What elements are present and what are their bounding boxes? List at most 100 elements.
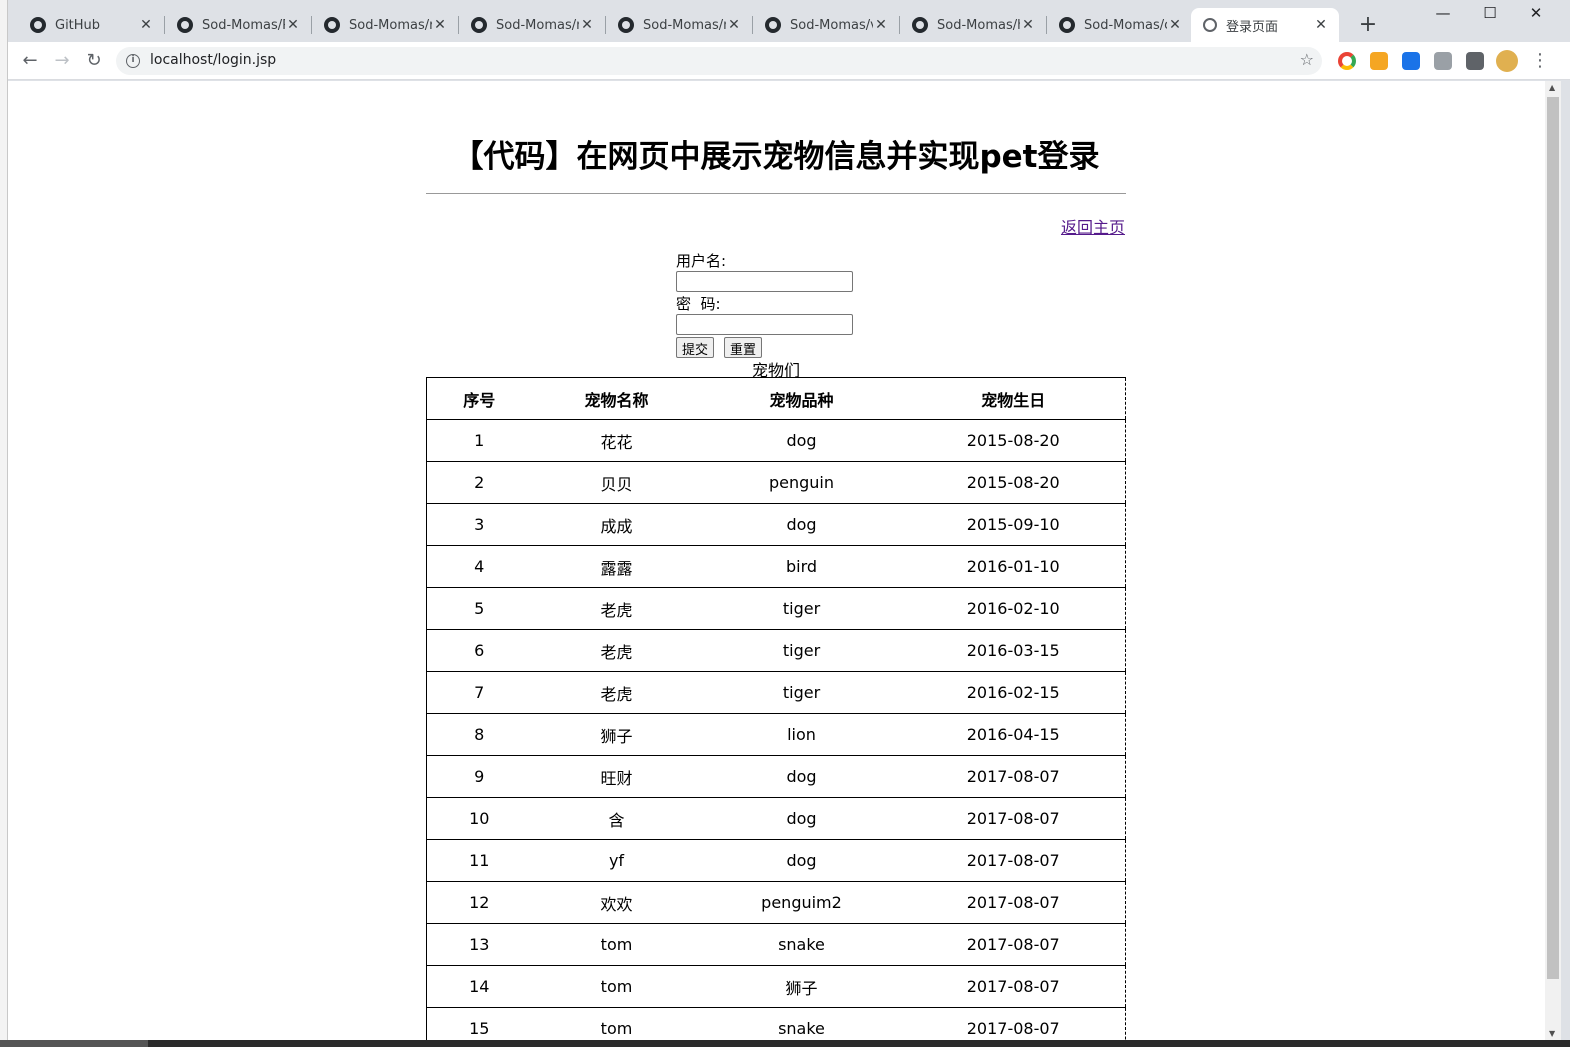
table-row: 12 欢欢 penguim2 2017-08-07 <box>426 881 1126 924</box>
return-home-link[interactable]: 返回主页 <box>1061 214 1125 238</box>
close-icon[interactable]: ✕ <box>579 17 595 33</box>
table-row: 10 含 dog 2017-08-07 <box>426 797 1126 840</box>
table-cell: 贝贝 <box>531 461 702 504</box>
table-cell: 9 <box>426 755 532 798</box>
background-window-edge <box>0 0 8 1047</box>
table-cell: 4 <box>426 545 532 588</box>
taskbar <box>0 1040 1570 1047</box>
scrollbar-thumb[interactable] <box>1547 97 1559 979</box>
minimize-button[interactable]: — <box>1420 4 1466 22</box>
password-label: 密 码: <box>676 295 721 313</box>
table-cell: 13 <box>426 923 532 966</box>
table-cell: 2015-08-20 <box>901 419 1126 462</box>
globe-icon <box>1203 18 1217 32</box>
vertical-scrollbar[interactable]: ▲ ▼ <box>1545 81 1561 1040</box>
table-cell: 含 <box>531 797 702 840</box>
tab-sod-momas-5[interactable]: Sod-Momas/v ✕ <box>753 8 900 42</box>
tab-sod-momas-1[interactable]: Sod-Momas/P ✕ <box>165 8 312 42</box>
github-icon <box>471 17 487 33</box>
tab-login-page[interactable]: 登录页面 ✕ <box>1191 8 1339 42</box>
close-window-button[interactable]: ✕ <box>1513 4 1559 22</box>
github-icon <box>1059 17 1075 33</box>
table-cell: 10 <box>426 797 532 840</box>
close-icon[interactable]: ✕ <box>1313 17 1329 33</box>
tab-title: Sod-Momas/r <box>349 17 432 33</box>
table-row: 11 yf dog 2017-08-07 <box>426 839 1126 882</box>
table-cell: 5 <box>426 587 532 630</box>
table-header-row: 序号 宠物名称 宠物品种 宠物生日 <box>426 377 1126 420</box>
close-icon[interactable]: ✕ <box>1020 17 1036 33</box>
table-cell: dog <box>701 839 902 882</box>
table-cell: 花花 <box>531 419 702 462</box>
tab-sod-momas-3[interactable]: Sod-Momas/n ✕ <box>459 8 606 42</box>
table-cell: 老虎 <box>531 671 702 714</box>
tab-sod-momas-2[interactable]: Sod-Momas/r ✕ <box>312 8 459 42</box>
table-cell: 狮子 <box>701 965 902 1008</box>
camera-icon[interactable] <box>1402 52 1420 70</box>
table-cell: 2015-08-20 <box>901 461 1126 504</box>
table-row: 4 露露 bird 2016-01-10 <box>426 545 1126 588</box>
table-cell: 11 <box>426 839 532 882</box>
username-label: 用户名: <box>676 252 727 270</box>
submit-button[interactable]: 提交 <box>676 337 715 358</box>
table-cell: 2 <box>426 461 532 504</box>
menu-kebab-icon[interactable]: ⋮ <box>1528 49 1552 73</box>
table-cell: snake <box>701 1007 902 1040</box>
table-cell: 老虎 <box>531 629 702 672</box>
table-cell: 2016-03-15 <box>901 629 1126 672</box>
close-icon[interactable]: ✕ <box>1167 17 1183 33</box>
back-button[interactable]: ← <box>18 49 42 73</box>
chrome-extension-icon[interactable] <box>1338 52 1356 70</box>
table-cell: 露露 <box>531 545 702 588</box>
github-icon <box>324 17 340 33</box>
table-cell: 2017-08-07 <box>901 923 1126 966</box>
reset-button[interactable]: 重置 <box>724 337 763 358</box>
username-field[interactable] <box>676 271 853 292</box>
table-row: 15 tom snake 2017-08-07 <box>426 1007 1126 1040</box>
puzzle-extensions-icon[interactable] <box>1466 52 1484 70</box>
tab-sod-momas-7[interactable]: Sod-Momas/c ✕ <box>1047 8 1193 42</box>
close-icon[interactable]: ✕ <box>138 17 154 33</box>
table-cell: tom <box>531 965 702 1008</box>
translate-icon[interactable] <box>1434 52 1452 70</box>
qr-code-icon[interactable] <box>1370 52 1388 70</box>
table-cell: bird <box>701 545 902 588</box>
table-row: 13 tom snake 2017-08-07 <box>426 923 1126 966</box>
password-field[interactable] <box>676 314 853 335</box>
close-icon[interactable]: ✕ <box>285 17 301 33</box>
reload-button[interactable]: ↻ <box>82 49 106 73</box>
table-cell: 7 <box>426 671 532 714</box>
avatar[interactable] <box>1496 50 1518 72</box>
scroll-up-icon[interactable]: ▲ <box>1549 83 1555 92</box>
table-row: 1 花花 dog 2015-08-20 <box>426 419 1126 462</box>
table-row: 5 老虎 tiger 2016-02-10 <box>426 587 1126 630</box>
table-cell: 15 <box>426 1007 532 1040</box>
forward-button[interactable]: → <box>50 49 74 73</box>
info-icon[interactable]: i <box>126 54 140 68</box>
tab-sod-momas-6[interactable]: Sod-Momas/h ✕ <box>900 8 1047 42</box>
url-text: localhost/login.jsp <box>150 52 277 68</box>
scroll-down-icon[interactable]: ▼ <box>1549 1029 1555 1038</box>
column-header: 序号 <box>426 377 532 420</box>
table-cell: lion <box>701 713 902 756</box>
table-cell: tom <box>531 1007 702 1040</box>
table-row: 3 成成 dog 2015-09-10 <box>426 503 1126 546</box>
table-cell: tiger <box>701 587 902 630</box>
tab-title: Sod-Momas/v <box>790 17 873 33</box>
table-cell: dog <box>701 419 902 462</box>
maximize-button[interactable]: ☐ <box>1467 4 1513 22</box>
close-icon[interactable]: ✕ <box>432 17 448 33</box>
tab-sod-momas-4[interactable]: Sod-Momas/n ✕ <box>606 8 753 42</box>
tab-github[interactable]: GitHub ✕ <box>18 8 165 42</box>
table-cell: penguin <box>701 461 902 504</box>
tab-title: 登录页面 <box>1226 19 1279 35</box>
close-icon[interactable]: ✕ <box>726 17 742 33</box>
tab-title: Sod-Momas/n <box>643 17 726 33</box>
tab-title: Sod-Momas/n <box>496 17 579 33</box>
bookmark-star-icon[interactable]: ☆ <box>1300 50 1314 69</box>
close-icon[interactable]: ✕ <box>873 17 889 33</box>
table-row: 8 狮子 lion 2016-04-15 <box>426 713 1126 756</box>
new-tab-button[interactable]: + <box>1356 12 1380 37</box>
title-divider <box>426 193 1126 194</box>
address-bar[interactable]: i localhost/login.jsp ☆ <box>116 47 1322 75</box>
